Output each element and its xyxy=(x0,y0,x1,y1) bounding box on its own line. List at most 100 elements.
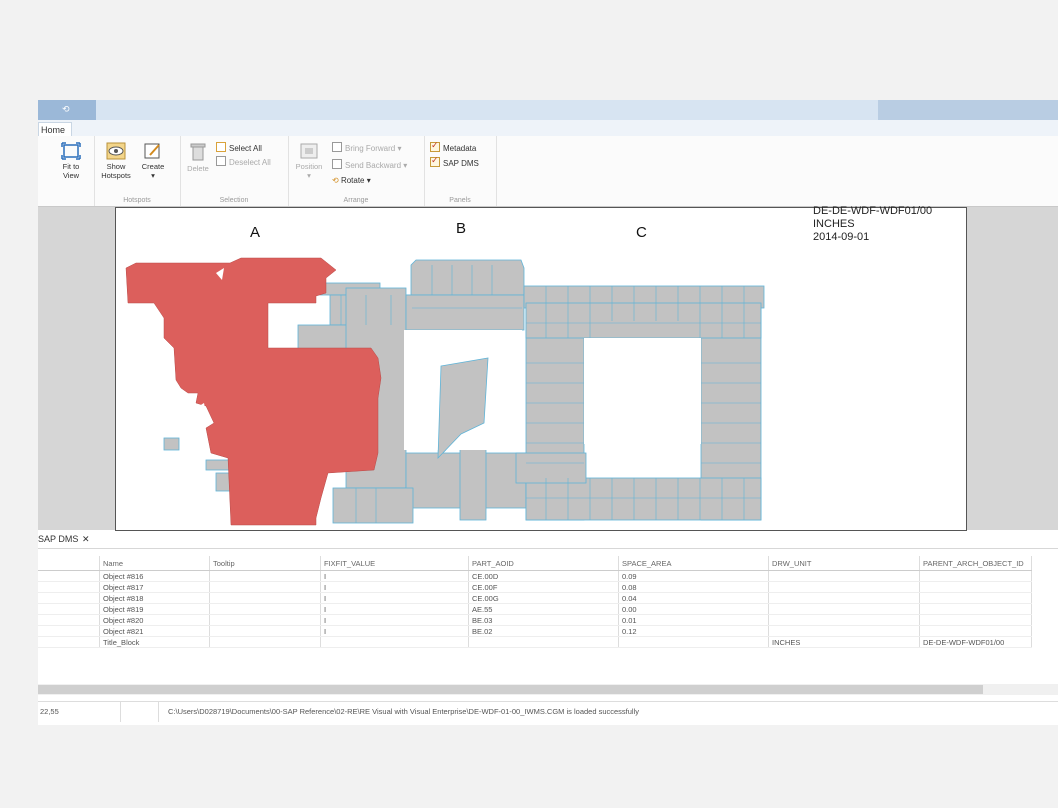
table-cell: I xyxy=(320,614,469,626)
table-cell: AE.55 xyxy=(468,603,619,615)
table-cell: BE.03 xyxy=(468,614,619,626)
hotspots-group-label: Hotspots xyxy=(123,197,151,204)
table-row[interactable]: Object #818 I CE.00G 0.04 xyxy=(38,592,1032,604)
bring-forward-label: Bring Forward xyxy=(345,144,396,153)
table-row[interactable]: Object #819 I AE.55 0.00 xyxy=(38,603,1032,615)
horizontal-scrollbar[interactable] xyxy=(38,684,1058,695)
table-cell: Object #817 xyxy=(99,581,210,593)
ribbon-tab-row: Home xyxy=(38,120,1058,137)
group-view: Fit to View xyxy=(38,136,95,206)
scrollbar-thumb[interactable] xyxy=(38,685,983,694)
status-cell xyxy=(118,702,159,722)
table-cell xyxy=(320,636,469,648)
room xyxy=(410,259,525,296)
table-cell xyxy=(919,603,1032,615)
table-cell: Object #820 xyxy=(99,614,210,626)
metadata-checkbox[interactable]: Metadata xyxy=(430,140,476,153)
rotate-button[interactable]: ⟲ Rotate ▾ xyxy=(332,176,371,185)
table-cell: 0.08 xyxy=(618,581,769,593)
title-bar: ⟲ xyxy=(38,100,1058,120)
table-cell xyxy=(209,614,321,626)
metadata-check-icon xyxy=(430,140,440,152)
table-cell xyxy=(919,614,1032,626)
send-backward-label: Send Backward xyxy=(345,161,402,170)
column-header-tooltip[interactable]: Tooltip xyxy=(209,556,321,571)
fit-to-view-icon xyxy=(61,142,81,160)
delete-button[interactable]: Delete xyxy=(184,142,212,173)
table-row[interactable]: Object #816 I CE.00D 0.09 xyxy=(38,570,1032,582)
column-header-drw-unit[interactable]: DRW_UNIT xyxy=(768,556,920,571)
table-cell xyxy=(209,603,321,615)
table-cell xyxy=(768,625,920,637)
table-cell: Title_Block xyxy=(99,636,210,648)
deselect-all-icon xyxy=(216,156,226,166)
quick-access-icon[interactable]: ⟲ xyxy=(62,104,70,115)
table-cell: BE.02 xyxy=(468,625,619,637)
status-bar: 22,55 C:\Users\D028719\Documents\00-SAP … xyxy=(38,701,1058,722)
send-backward-icon xyxy=(332,159,342,169)
table-cell: CE.00D xyxy=(468,570,619,582)
sap-dms-label: SAP DMS xyxy=(443,159,479,168)
fit-to-view-button[interactable]: Fit to View xyxy=(56,142,86,180)
table-row[interactable]: Title_Block INCHES DE-DE-WDF-WDF01/00 xyxy=(38,636,1032,648)
room xyxy=(525,477,762,521)
cursor-coordinates: 22,55 xyxy=(38,702,121,722)
column-header-name[interactable]: Name xyxy=(99,556,210,571)
create-dropdown-icon[interactable]: ▾ xyxy=(151,171,155,180)
close-icon[interactable]: ✕ xyxy=(82,534,90,545)
table-row[interactable]: Object #821 I BE.02 0.12 xyxy=(38,625,1032,637)
table-cell: 0.01 xyxy=(618,614,769,626)
table-cell: 0.04 xyxy=(618,592,769,604)
send-backward-button[interactable]: Send Backward ▾ xyxy=(332,159,407,170)
column-header-parent-arch-object-id[interactable]: PARENT_ARCH_OBJECT_ID xyxy=(919,556,1032,571)
panels-group-label: Panels xyxy=(449,197,471,204)
window-controls[interactable] xyxy=(878,100,1058,120)
position-icon xyxy=(300,143,318,159)
row-header xyxy=(38,625,100,637)
sap-dms-tab-label[interactable]: SAP DMS xyxy=(38,534,78,544)
table-cell xyxy=(919,625,1032,637)
metadata-table: Name Tooltip FIXFIT_VALUE PART_AOID SPAC… xyxy=(38,556,1058,648)
sap-dms-checkbox[interactable]: SAP DMS xyxy=(430,155,479,168)
position-button[interactable]: Position ▾ xyxy=(292,142,326,180)
column-header-part-aoid[interactable]: PART_AOID xyxy=(468,556,619,571)
table-row[interactable]: Object #820 I BE.03 0.01 xyxy=(38,614,1032,626)
select-all-button[interactable]: Select All xyxy=(216,142,262,153)
room xyxy=(515,452,587,484)
table-cell xyxy=(768,581,920,593)
application-window: ⟲ Home Fit to View Show Hotspots Create ▾… xyxy=(38,100,1058,725)
table-cell xyxy=(618,636,769,648)
table-cell: CE.00F xyxy=(468,581,619,593)
show-hotspots-button[interactable]: Show Hotspots xyxy=(100,142,132,180)
table-cell xyxy=(468,636,619,648)
column-header-fixfit-value[interactable]: FIXFIT_VALUE xyxy=(320,556,469,571)
selection-group-label: Selection xyxy=(219,197,249,204)
status-message: C:\Users\D028719\Documents\00-SAP Refere… xyxy=(168,707,640,716)
group-panels: Metadata SAP DMS Panels xyxy=(424,136,497,206)
table-row[interactable]: Object #817 I CE.00F 0.08 xyxy=(38,581,1032,593)
drawing-viewport[interactable]: A B C DE-DE-WDF-WDF01/00 INCHES 2014-09-… xyxy=(38,205,1058,531)
column-header-space-area[interactable]: SPACE_AREA xyxy=(618,556,769,571)
table-cell: Object #819 xyxy=(99,603,210,615)
group-hotspots: Show Hotspots Create ▾ Hotspots xyxy=(94,136,181,206)
table-cell xyxy=(919,592,1032,604)
table-cell: I xyxy=(320,581,469,593)
table-cell: DE-DE-WDF-WDF01/00 xyxy=(919,636,1032,648)
quick-access-toolbar[interactable]: ⟲ xyxy=(38,100,96,120)
floor-plan-sheet[interactable]: A B C DE-DE-WDF-WDF01/00 INCHES 2014-09-… xyxy=(115,205,967,531)
create-label: Create xyxy=(141,162,165,171)
row-header xyxy=(38,592,100,604)
select-all-icon xyxy=(216,142,226,152)
sap-dms-panel-tab[interactable]: SAP DMS ✕ xyxy=(38,532,1058,549)
courtyard xyxy=(584,338,701,444)
create-button[interactable]: Create ▾ xyxy=(138,142,168,180)
room xyxy=(459,447,487,521)
table-cell xyxy=(768,592,920,604)
deselect-all-button[interactable]: Deselect All xyxy=(216,156,271,167)
table-cell: Object #816 xyxy=(99,570,210,582)
position-dropdown-icon[interactable]: ▾ xyxy=(307,171,311,180)
bring-forward-button[interactable]: Bring Forward ▾ xyxy=(332,142,402,153)
tab-home[interactable]: Home xyxy=(38,122,73,137)
floor-plan-drawing[interactable] xyxy=(116,208,966,530)
row-header xyxy=(38,614,100,626)
